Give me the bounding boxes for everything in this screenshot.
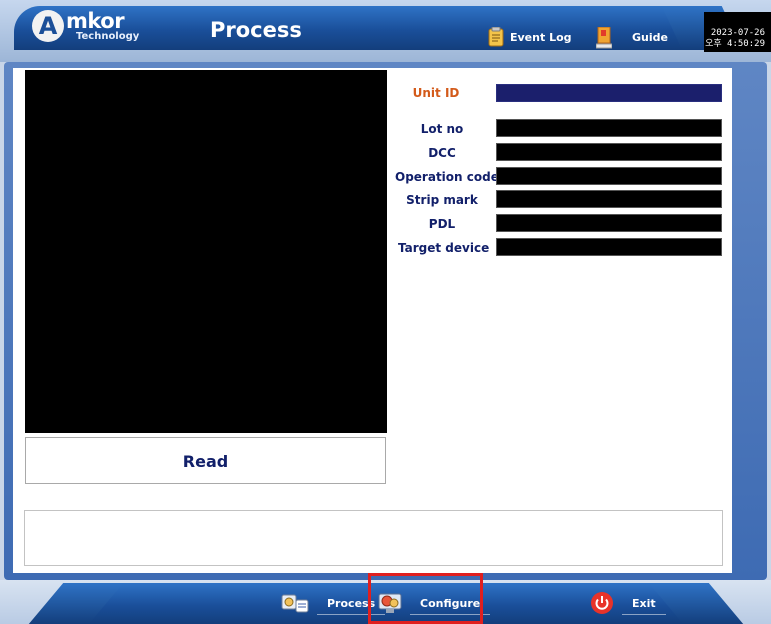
- guide-icon: [595, 26, 613, 49]
- target-device-label: Target device: [398, 241, 490, 255]
- configure-highlight-box: [368, 573, 483, 624]
- logo-word: mkor: [66, 9, 125, 33]
- page-title: Process: [210, 18, 302, 42]
- datetime-display: 2023-07-26 오후 4:50:29: [704, 12, 771, 52]
- strip-mark-label: Strip mark: [406, 193, 478, 207]
- strip-mark-field[interactable]: [496, 190, 722, 208]
- exit-button[interactable]: Exit: [590, 590, 666, 618]
- target-device-field[interactable]: [496, 238, 722, 256]
- lot-no-label: Lot no: [420, 122, 464, 136]
- guide-button[interactable]: Guide: [595, 24, 668, 50]
- unit-id-field[interactable]: [496, 84, 722, 102]
- logo-letter: A: [32, 10, 64, 42]
- read-button[interactable]: Read: [25, 437, 386, 484]
- pdl-field[interactable]: [496, 214, 722, 232]
- message-box: [24, 510, 723, 566]
- dcc-label: DCC: [428, 146, 456, 160]
- operation-code-field[interactable]: [496, 167, 722, 185]
- pdl-label: PDL: [428, 217, 456, 231]
- power-icon: [590, 591, 614, 618]
- dcc-field[interactable]: [496, 143, 722, 161]
- lot-no-field[interactable]: [496, 119, 722, 137]
- date-text: 2023-07-26: [710, 28, 765, 38]
- unit-id-label: Unit ID: [412, 86, 460, 100]
- guide-label: Guide: [632, 30, 668, 44]
- event-log-icon: [488, 26, 504, 47]
- event-log-label: Event Log: [510, 30, 572, 44]
- time-text: 오후 4:50:29: [705, 39, 765, 49]
- process-icon: [281, 591, 309, 618]
- logo-sub: Technology: [76, 31, 140, 42]
- operation-code-label: Operation code: [395, 170, 499, 184]
- amkor-logo: A mkor Technology: [32, 9, 152, 46]
- exit-label: Exit: [622, 593, 666, 615]
- camera-view: [25, 70, 387, 433]
- event-log-button[interactable]: Event Log: [488, 24, 572, 50]
